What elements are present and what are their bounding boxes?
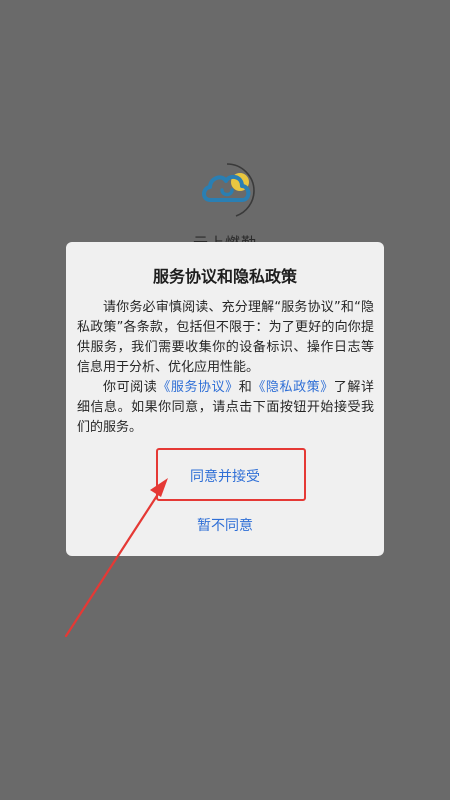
decline-button[interactable]: 暂不同意: [66, 515, 384, 535]
paragraph-2-prefix: 你可阅读: [103, 380, 158, 395]
service-agreement-link[interactable]: 《服务协议》: [157, 380, 238, 395]
privacy-dialog: 服务协议和隐私政策 请你务必审慎阅读、充分理解“服务协议”和“隐私政策”各条款，…: [66, 242, 384, 556]
app-logo: [196, 160, 258, 222]
dialog-body: 请你务必审慎阅读、充分理解“服务协议”和“隐私政策”各条款，包括但不限于：为了更…: [77, 298, 374, 438]
dialog-title: 服务协议和隐私政策: [152, 267, 297, 286]
privacy-policy-link[interactable]: 《隐私政策》: [252, 380, 333, 395]
cloud-icon: [202, 163, 255, 217]
dialog-paragraph-1: 请你务必审慎阅读、充分理解“服务协议”和“隐私政策”各条款，包括但不限于：为了更…: [77, 300, 374, 375]
annotation-highlight-box: [156, 448, 306, 501]
paragraph-2-and: 和: [238, 380, 253, 395]
dialog-paragraph-2: 你可阅读《服务协议》和《隐私政策》了解详细信息。如果你同意，请点击下面按钮开始接…: [77, 378, 374, 438]
